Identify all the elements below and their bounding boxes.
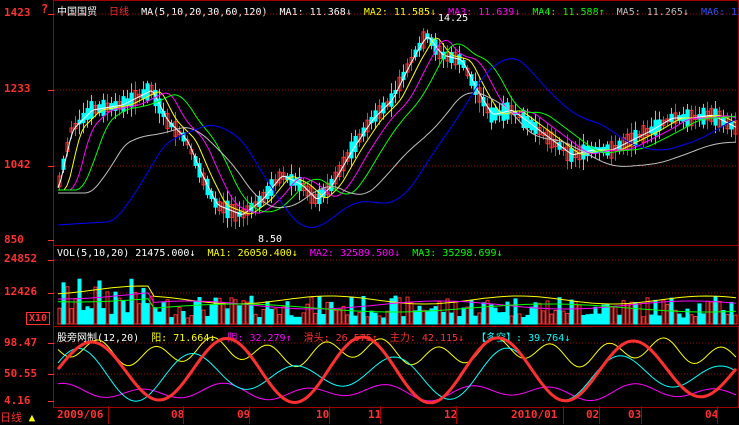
low-price-marker: 8.50: [258, 234, 283, 245]
period-tab-label: 日线: [0, 411, 22, 424]
warning-triangle-icon: ▲: [28, 411, 36, 424]
high-price-marker: 14.25: [438, 13, 469, 24]
time-label-8: 03: [628, 408, 642, 421]
time-label-6: 2010/01: [511, 408, 558, 421]
kline-chart[interactable]: [0, 0, 739, 406]
time-axis: 2009/06 08 09 10 11 12 2010/01 02 03 04: [53, 406, 739, 424]
time-label-7: 02: [586, 408, 600, 421]
period-tab[interactable]: 日线 ▲: [0, 409, 35, 425]
time-label-3: 10: [316, 408, 330, 421]
time-label-0: 2009/06: [57, 408, 104, 421]
